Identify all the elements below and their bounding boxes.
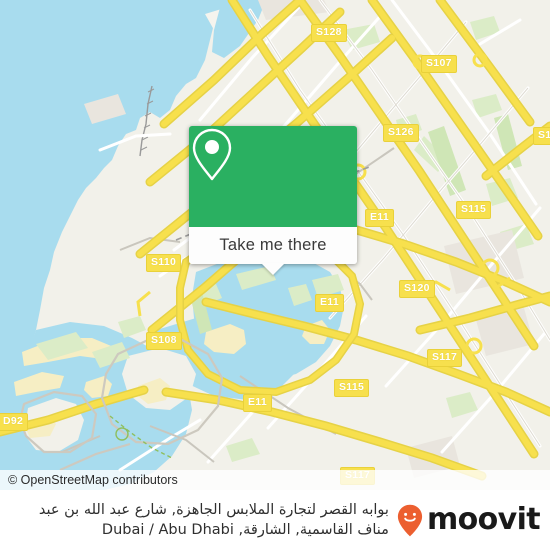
place-address: بوابه القصر لتجارة الملابس الجاهزة, شارع… [0, 500, 397, 540]
road-shield-s115-upper: S115 [456, 201, 492, 219]
road-shield-e11-mid: E11 [315, 294, 345, 312]
map-attribution-bar: © OpenStreetMap contributors [0, 470, 550, 490]
popup-tail [261, 263, 285, 275]
take-me-there-popup[interactable]: Take me there [189, 126, 357, 275]
moovit-logo[interactable]: moovit [397, 504, 550, 537]
place-address-line-1: بوابه القصر لتجارة الملابس الجاهزة, شارع… [38, 502, 389, 518]
map-canvas[interactable]: S128 S107 S126 S1 E11 S115 S110 S120 E11… [0, 0, 550, 490]
road-shield-s115-lower: S115 [334, 379, 370, 397]
take-me-there-label: Take me there [219, 236, 327, 254]
road-shield-e11-upper: E11 [365, 209, 395, 227]
road-shield-e11-lower: E11 [243, 394, 273, 412]
moovit-map-screenshot: S128 S107 S126 S1 E11 S115 S110 S120 E11… [0, 0, 550, 550]
moovit-pin-icon [397, 504, 423, 537]
road-shield-s117-mid: S117 [427, 349, 463, 367]
road-shield-s107: S107 [421, 55, 457, 73]
footer-bar: بوابه القصر لتجارة الملابس الجاهزة, شارع… [0, 490, 550, 550]
road-shield-s126: S126 [383, 124, 419, 142]
road-shield-d92: D92 [0, 413, 29, 431]
popup-icon-panel [189, 126, 357, 227]
road-shield-s120: S120 [399, 280, 435, 298]
road-shield-s128: S128 [311, 24, 347, 42]
attribution-text: © OpenStreetMap contributors [8, 473, 178, 487]
moovit-wordmark: moovit [426, 502, 541, 537]
popup-action-panel[interactable]: Take me there [189, 227, 357, 275]
place-address-line-2: مناف القاسمية, الشارقة, Dubai / Abu Dhab… [101, 522, 389, 538]
road-shield-s110: S110 [146, 254, 182, 272]
road-shield-s1-clipped: S1 [533, 127, 550, 145]
road-shield-s108: S108 [146, 332, 182, 350]
